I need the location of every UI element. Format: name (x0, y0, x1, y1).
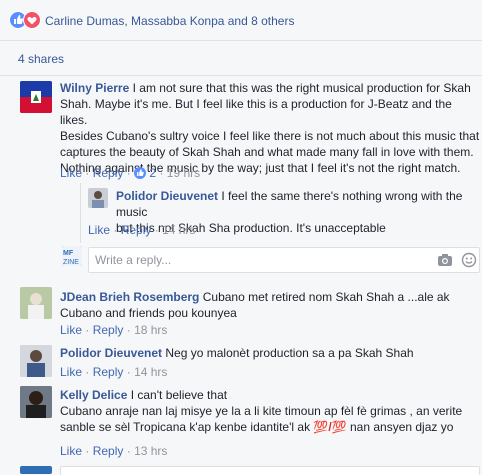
comment-text: Shah. Maybe it's me. But I feel like thi… (60, 97, 452, 127)
separator: · (126, 323, 131, 337)
comment-text: nan ansyen djaz yo (349, 420, 454, 434)
separator: · (126, 444, 131, 458)
reply-link[interactable]: Reply (93, 444, 124, 458)
reply-link[interactable]: Reply (93, 166, 124, 180)
comment-body: Kelly Delice I can't believe that Cubano… (60, 387, 480, 435)
comment-text: I can't believe that (130, 388, 228, 402)
comment-body: JDean Brieh Rosemberg Cubano met retired… (60, 289, 480, 321)
avatar[interactable] (20, 345, 52, 377)
emoji-icon[interactable] (461, 252, 477, 271)
reply-link[interactable]: Reply (121, 223, 152, 237)
hundred-emoji: 💯/💯 (313, 420, 347, 434)
avatar: MF ZINE (62, 246, 82, 266)
reply-input[interactable]: Write a reply... (88, 247, 480, 273)
comment-text: Cubano met retired nom Skah Shah a ...al… (202, 290, 450, 304)
comment-author[interactable]: JDean Brieh Rosemberg (60, 290, 199, 304)
comment-text: captures the beauty of Skah Shah and wha… (60, 145, 474, 159)
comment-text: Besides Cubano's sultry voice I feel lik… (60, 129, 480, 143)
divider (0, 40, 482, 41)
comment-author[interactable]: Polidor Dieuvenet (116, 189, 218, 203)
comment-text: Cubano anraje nan laj misye ye la a li k… (60, 404, 463, 418)
reactions-names[interactable]: Carline Dumas, Massabba Konpa and 8 othe… (45, 13, 294, 29)
reaction-icons[interactable] (9, 11, 49, 29)
svg-text:ZINE: ZINE (63, 259, 79, 266)
comment-text: sanble se sèl Tropicana k'ap kenbe idant… (60, 420, 311, 434)
comment-body: Wilny Pierre I am not sure that this was… (60, 80, 480, 176)
divider (0, 75, 482, 76)
separator: · (85, 323, 90, 337)
timestamp[interactable]: 19 hrs (167, 166, 200, 180)
svg-text:MF: MF (63, 250, 74, 257)
separator: · (159, 166, 164, 180)
comment-body: Polidor Dieuvenet Neg yo malonèt product… (60, 345, 480, 361)
timestamp[interactable]: 18 hrs (134, 323, 167, 337)
shares-count[interactable]: 4 shares (18, 51, 64, 67)
reply-link[interactable]: Reply (93, 365, 124, 379)
comment-author[interactable]: Kelly Delice (60, 388, 127, 402)
like-link[interactable]: Like (60, 166, 82, 180)
comment-text: Cubano and friends pou kounyea (60, 306, 237, 320)
separator: · (85, 166, 90, 180)
likes-count[interactable]: 2 (149, 166, 156, 180)
thread-line (80, 183, 81, 243)
like-link[interactable]: Like (60, 365, 82, 379)
separator: · (113, 223, 118, 237)
like-link[interactable]: Like (60, 444, 82, 458)
comment-author[interactable]: Wilny Pierre (60, 81, 129, 95)
timestamp[interactable]: 13 hrs (134, 444, 167, 458)
camera-icon[interactable] (437, 253, 453, 270)
comment-actions: Like · Reply · 14 hrs (88, 222, 195, 238)
reply-placeholder: Write a reply... (95, 253, 172, 267)
comment-text: Neg yo malonèt production sa a pa Skah S… (165, 346, 414, 360)
like-link[interactable]: Like (88, 223, 110, 237)
comment-text: I am not sure that this was the right mu… (132, 81, 471, 95)
timestamp[interactable]: 14 hrs (134, 365, 167, 379)
separator: · (126, 365, 131, 379)
comment-actions: Like · Reply · 18 hrs (60, 322, 167, 338)
like-small-icon[interactable] (134, 167, 147, 179)
like-link[interactable]: Like (60, 323, 82, 337)
separator: · (126, 166, 131, 180)
comment-actions: Like · Reply · 13 hrs (60, 443, 167, 459)
avatar[interactable] (20, 386, 52, 418)
love-icon (23, 11, 41, 29)
separator: · (85, 365, 90, 379)
comment-author[interactable]: Polidor Dieuvenet (60, 346, 162, 360)
comment-actions: Like · Reply · 2 · 19 hrs (60, 165, 200, 181)
separator: · (154, 223, 159, 237)
timestamp[interactable]: 14 hrs (162, 223, 195, 237)
comment-actions: Like · Reply · 14 hrs (60, 364, 167, 380)
avatar (20, 466, 52, 474)
avatar[interactable] (20, 81, 52, 113)
avatar[interactable] (88, 188, 108, 208)
separator: · (85, 444, 90, 458)
reply-link[interactable]: Reply (93, 323, 124, 337)
avatar[interactable] (20, 287, 52, 319)
